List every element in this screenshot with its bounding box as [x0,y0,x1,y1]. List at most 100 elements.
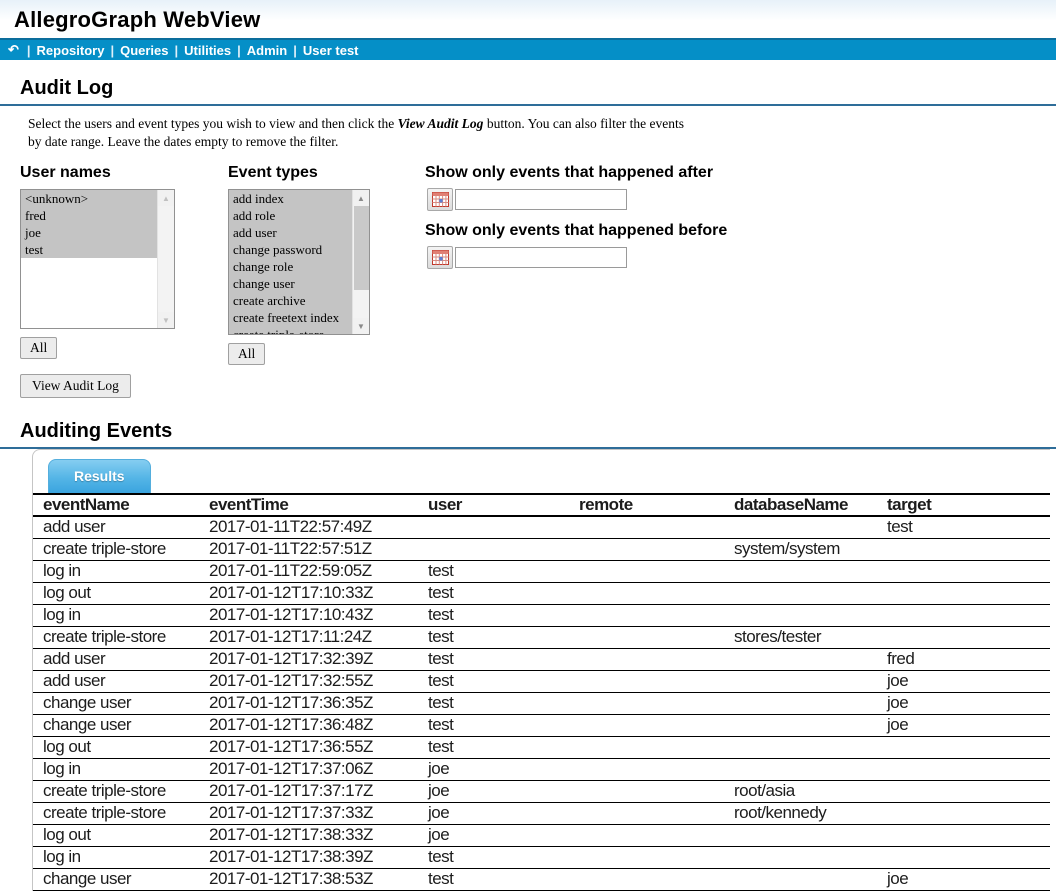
calendar-button[interactable] [427,188,453,211]
table-cell-event-time: 2017-01-12T17:36:48Z [199,714,418,736]
table-cell-user: test [418,648,569,670]
table-row: log out 2017-01-12T17:36:55Z test [33,736,1050,758]
table-cell-database-name: system/system [724,538,877,560]
description-emphasis: View Audit Log [398,116,484,131]
listbox-option[interactable]: change password [229,241,352,258]
nav-link[interactable]: Admin [247,43,287,58]
table-cell-event-name: add user [33,516,199,538]
listbox-option[interactable]: create triple-store [229,326,352,335]
nav-link[interactable]: Repository [37,43,105,58]
listbox-option[interactable]: test [21,241,157,258]
table-cell-remote [569,714,724,736]
nav-separator: | [293,43,297,58]
user-names-all-button[interactable]: All [20,337,57,359]
after-date-input[interactable] [455,189,627,210]
description-text-1: Select the users and event types you wis… [28,116,398,131]
event-types-options: add indexadd roleadd userchange password… [229,190,352,335]
event-types-listbox[interactable]: add indexadd roleadd userchange password… [228,189,370,335]
table-cell-event-time: 2017-01-12T17:37:17Z [199,780,418,802]
table-cell-target [877,758,1050,780]
listbox-option[interactable]: change role [229,258,352,275]
event-types-all-button[interactable]: All [228,343,265,365]
table-cell-remote [569,780,724,802]
scroll-down-icon[interactable]: ▼ [158,312,174,328]
table-cell-user: test [418,692,569,714]
listbox-option[interactable]: <unknown> [21,190,157,207]
table-cell-remote [569,560,724,582]
listbox-option[interactable]: create archive [229,292,352,309]
table-cell-event-time: 2017-01-11T22:57:51Z [199,538,418,560]
table-cell-event-name: create triple-store [33,780,199,802]
listbox-option[interactable]: add user [229,224,352,241]
listbox-option[interactable]: fred [21,207,157,224]
table-cell-event-time: 2017-01-12T17:38:39Z [199,846,418,868]
table-cell-database-name [724,868,877,890]
auditing-events-title: Auditing Events [20,420,1056,443]
table-cell-remote [569,626,724,648]
table-body: add user 2017-01-11T22:57:49Z test creat… [33,516,1050,890]
table-row: create triple-store 2017-01-12T17:37:17Z… [33,780,1050,802]
table-row: create triple-store 2017-01-12T17:37:33Z… [33,802,1050,824]
table-cell-database-name [724,824,877,846]
view-audit-log-button[interactable]: View Audit Log [20,374,131,398]
table-cell-target: joe [877,670,1050,692]
listbox-option[interactable]: add index [229,190,352,207]
scroll-up-icon[interactable]: ▲ [158,190,174,206]
nav-separator: | [27,43,31,58]
table-row: log in 2017-01-11T22:59:05Z test [33,560,1050,582]
table-cell-remote [569,692,724,714]
table-cell-user: test [418,736,569,758]
table-cell-event-name: change user [33,714,199,736]
table-cell-target [877,538,1050,560]
table-cell-database-name [724,714,877,736]
table-cell-remote [569,538,724,560]
table-cell-remote [569,868,724,890]
table-cell-event-name: log out [33,582,199,604]
app-title: AllegroGraph WebView [14,7,260,32]
back-arrow-icon[interactable]: ↶ [8,42,19,58]
table-cell-user: joe [418,780,569,802]
table-cell-remote [569,824,724,846]
before-date-input[interactable] [455,247,627,268]
calendar-button[interactable] [427,246,453,269]
table-cell-event-time: 2017-01-12T17:38:33Z [199,824,418,846]
event-types-scrollbar[interactable]: ▲ ▼ [352,190,369,334]
nav-item: | User test [287,43,358,58]
table-row: log in 2017-01-12T17:10:43Z test [33,604,1050,626]
table-header-cell: databaseName [724,494,877,516]
listbox-option[interactable]: joe [21,224,157,241]
table-header-cell: remote [569,494,724,516]
table-cell-user: test [418,582,569,604]
tab-results[interactable]: Results [48,459,151,493]
table-header-cell: eventName [33,494,199,516]
nav-link[interactable]: User test [303,43,359,58]
table-row: change user 2017-01-12T17:36:35Z test jo… [33,692,1050,714]
listbox-option[interactable]: add role [229,207,352,224]
table-cell-database-name [724,560,877,582]
user-names-listbox[interactable]: <unknown>fredjoetest ▲ ▼ [20,189,175,329]
audit-log-description: Select the users and event types you wis… [28,115,690,150]
user-names-scrollbar[interactable]: ▲ ▼ [157,190,174,328]
before-filter-row [427,246,727,269]
listbox-option[interactable]: create freetext index [229,309,352,326]
table-cell-user: joe [418,802,569,824]
table-cell-remote [569,758,724,780]
listbox-option[interactable]: change user [229,275,352,292]
table-row: log in 2017-01-12T17:38:39Z test [33,846,1050,868]
table-cell-database-name [724,648,877,670]
scrollbar-thumb[interactable] [354,206,369,290]
table-header-cell: user [418,494,569,516]
calendar-icon [432,192,449,207]
scroll-down-icon[interactable]: ▼ [353,318,369,334]
table-cell-user: joe [418,824,569,846]
audit-log-title: Audit Log [20,77,1056,100]
table-cell-event-name: change user [33,692,199,714]
table-cell-remote [569,802,724,824]
nav-items: | Repository | Queries | Utilities | Adm… [21,43,359,58]
table-header-cell: eventTime [199,494,418,516]
table-cell-event-name: log in [33,846,199,868]
table-cell-remote [569,736,724,758]
scroll-up-icon[interactable]: ▲ [353,190,369,206]
nav-link[interactable]: Queries [120,43,168,58]
nav-link[interactable]: Utilities [184,43,231,58]
